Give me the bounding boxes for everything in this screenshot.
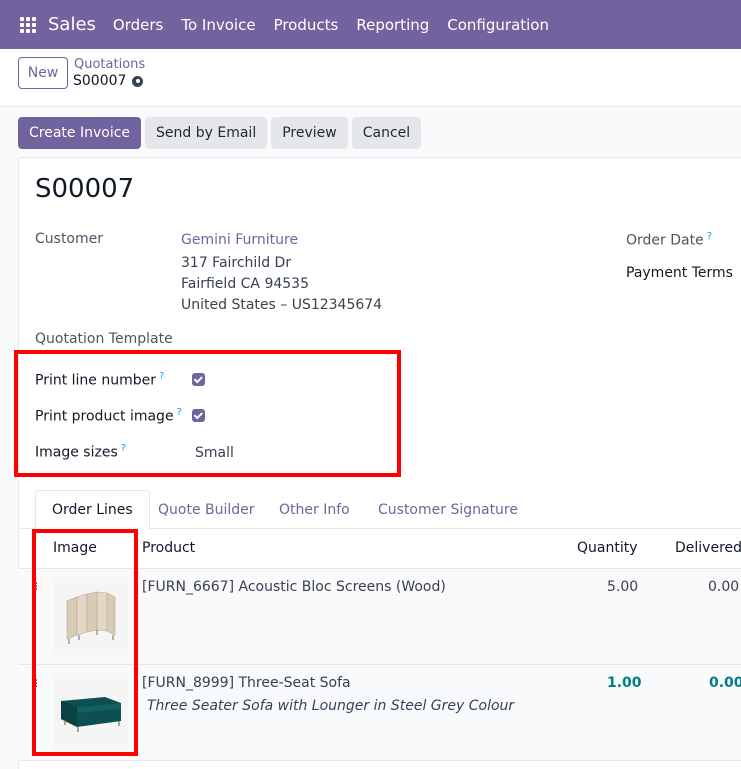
highlight-box-image-column bbox=[32, 529, 138, 756]
product-name[interactable]: [FURN_8999] Three-Seat Sofa bbox=[142, 675, 351, 691]
product-description[interactable]: Three Seater Sofa with Lounger in Steel … bbox=[147, 698, 514, 714]
product-name[interactable]: [FURN_6667] Acoustic Bloc Screens (Wood) bbox=[142, 579, 446, 595]
quotation-template-label: Quotation Template bbox=[35, 331, 173, 347]
payment-terms-label: Payment Terms bbox=[626, 265, 733, 281]
help-icon[interactable]: ? bbox=[707, 231, 712, 242]
highlight-box-print-options bbox=[14, 350, 401, 477]
delivered-value[interactable]: 0.00 bbox=[708, 579, 739, 595]
new-button[interactable]: New bbox=[18, 57, 68, 89]
tab-customer-signature[interactable]: Customer Signature bbox=[378, 490, 518, 529]
app-name[interactable]: Sales bbox=[48, 14, 96, 35]
customer-label: Customer bbox=[35, 231, 104, 247]
tab-quote-builder[interactable]: Quote Builder bbox=[158, 490, 255, 529]
breadcrumb-quotations[interactable]: Quotations bbox=[74, 57, 145, 72]
control-panel: New Quotations S00007 bbox=[0, 49, 741, 107]
notebook-tabs: Order Lines Quote Builder Other Info Cus… bbox=[18, 490, 741, 530]
delivered-value[interactable]: 0.00 bbox=[709, 675, 741, 691]
quantity-value[interactable]: 5.00 bbox=[607, 579, 638, 595]
tab-order-lines[interactable]: Order Lines bbox=[35, 490, 150, 530]
action-buttons: Create Invoice Send by Email Preview Can… bbox=[18, 117, 422, 149]
menu-configuration[interactable]: Configuration bbox=[447, 16, 549, 34]
address-line3: United States – US12345674 bbox=[181, 297, 383, 313]
column-header-quantity[interactable]: Quantity bbox=[577, 540, 638, 556]
send-by-email-button[interactable]: Send by Email bbox=[145, 117, 268, 149]
breadcrumb-current: S00007 bbox=[73, 73, 144, 89]
order-date-label-text: Order Date bbox=[626, 232, 704, 249]
tab-other-info[interactable]: Other Info bbox=[279, 490, 350, 529]
column-header-product[interactable]: Product bbox=[142, 540, 195, 556]
create-invoice-button[interactable]: Create Invoice bbox=[18, 117, 142, 149]
quantity-value[interactable]: 1.00 bbox=[607, 675, 642, 691]
address-line2: Fairfield CA 94535 bbox=[181, 276, 309, 292]
preview-button[interactable]: Preview bbox=[271, 117, 348, 149]
address-line1: 317 Fairchild Dr bbox=[181, 255, 292, 271]
record-title: S00007 bbox=[35, 174, 135, 204]
menu-reporting[interactable]: Reporting bbox=[356, 16, 429, 34]
breadcrumb-current-label: S00007 bbox=[73, 73, 127, 89]
apps-grid-icon[interactable] bbox=[20, 16, 36, 33]
table-divider bbox=[18, 760, 741, 761]
cancel-button[interactable]: Cancel bbox=[351, 117, 422, 149]
menu-products[interactable]: Products bbox=[274, 16, 339, 34]
column-header-delivered[interactable]: Delivered bbox=[675, 540, 741, 556]
menu-orders[interactable]: Orders bbox=[113, 16, 163, 34]
order-date-label: Order Date? bbox=[626, 231, 712, 249]
menu-to-invoice[interactable]: To Invoice bbox=[181, 16, 255, 34]
customer-name-link[interactable]: Gemini Furniture bbox=[181, 232, 298, 248]
gear-icon[interactable] bbox=[132, 75, 144, 87]
top-navbar: Sales Orders To Invoice Products Reporti… bbox=[0, 0, 741, 49]
